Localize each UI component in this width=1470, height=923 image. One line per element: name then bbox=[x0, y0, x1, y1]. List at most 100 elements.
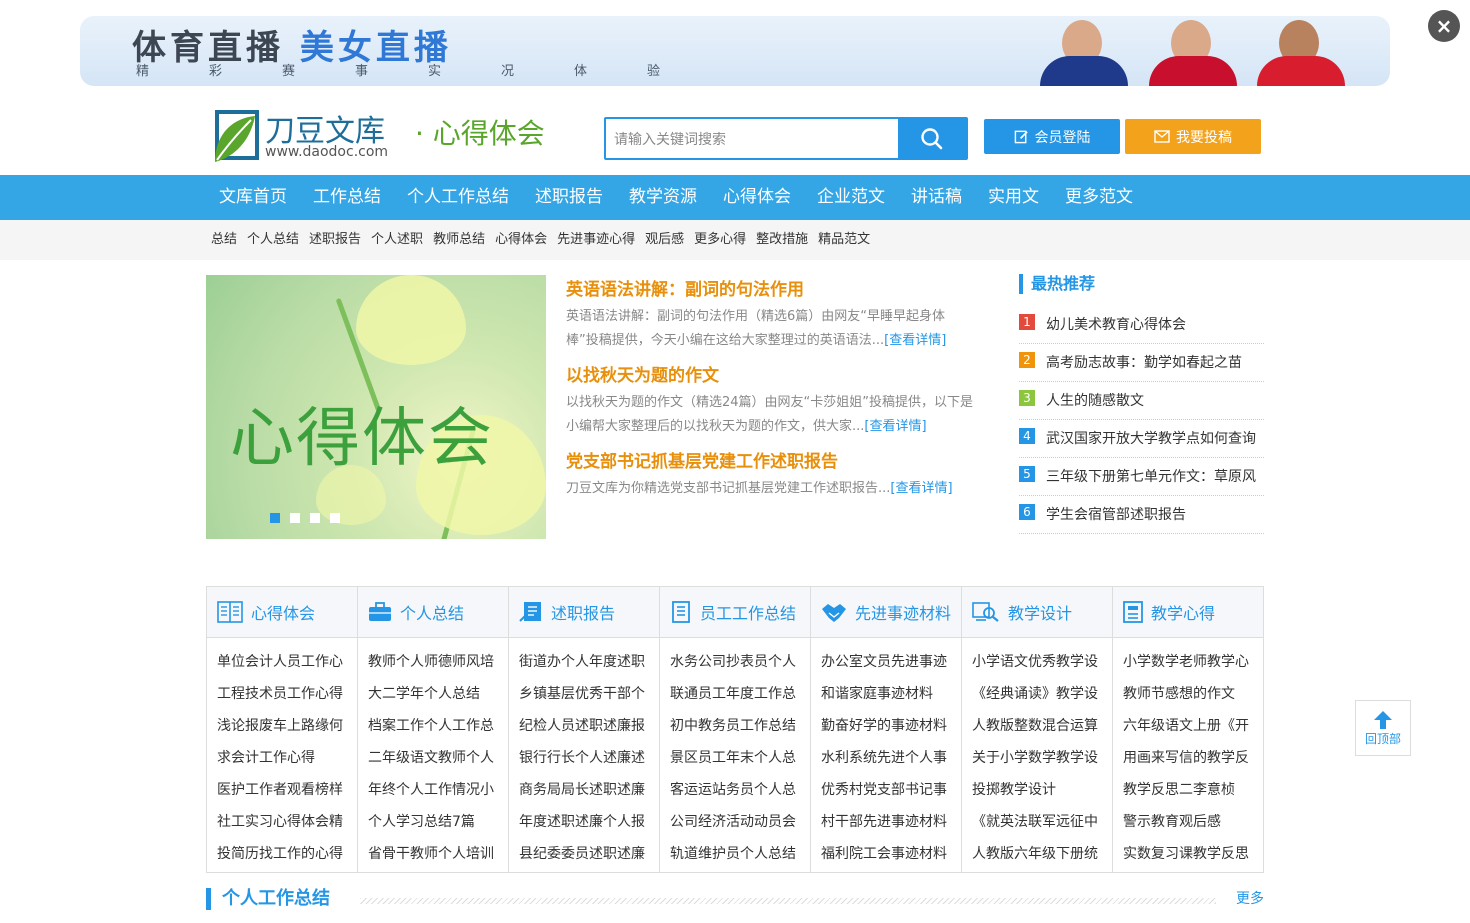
category-link[interactable]: 街道办个人年度述职 bbox=[519, 646, 649, 678]
category-link[interactable]: 小学语文优秀教学设 bbox=[972, 646, 1102, 678]
member-login-button[interactable]: 会员登陆 bbox=[984, 119, 1120, 154]
category-link[interactable]: 景区员工年末个人总 bbox=[670, 742, 800, 774]
category-link[interactable]: 求会计工作心得 bbox=[217, 742, 347, 774]
category-link[interactable]: 水务公司抄表员个人 bbox=[670, 646, 800, 678]
back-to-top-button[interactable]: 回顶部 bbox=[1355, 700, 1411, 756]
category-link[interactable]: 二年级语文教师个人 bbox=[368, 742, 498, 774]
category-link[interactable]: 《经典诵读》教学设 bbox=[972, 678, 1102, 710]
search-button[interactable] bbox=[898, 119, 966, 158]
subnav-item[interactable]: 个人总结 bbox=[247, 220, 299, 260]
view-details-link[interactable]: [查看详情] bbox=[890, 481, 952, 496]
category-link[interactable]: 六年级语文上册《开 bbox=[1123, 710, 1253, 742]
subnav-item[interactable]: 教师总结 bbox=[433, 220, 485, 260]
category-link[interactable]: 警示教育观后感 bbox=[1123, 806, 1253, 838]
article-title[interactable]: 以找秋天为题的作文 bbox=[566, 361, 976, 391]
hot-item[interactable]: 2 高考励志故事：勤学如春起之苗 bbox=[1019, 344, 1264, 382]
close-banner-button[interactable]: × bbox=[1428, 10, 1460, 42]
category-link[interactable]: 联通员工年度工作总 bbox=[670, 678, 800, 710]
category-link[interactable]: 福利院工会事迹材料 bbox=[821, 838, 951, 870]
category-link[interactable]: 关于小学数学教学设 bbox=[972, 742, 1102, 774]
slider-dot[interactable] bbox=[310, 513, 320, 523]
hot-item[interactable]: 6 学生会宿管部述职报告 bbox=[1019, 496, 1264, 534]
slider-dot[interactable] bbox=[270, 513, 280, 523]
category-link[interactable]: 教学反思二李意桢 bbox=[1123, 774, 1253, 806]
category-link[interactable]: 投掷教学设计 bbox=[972, 774, 1102, 806]
site-logo[interactable]: 刀豆文库 www.daodoc.com · 心得体会 bbox=[211, 106, 556, 166]
submit-article-button[interactable]: 我要投稿 bbox=[1125, 119, 1261, 154]
category-header[interactable]: 先进事迹材料 bbox=[811, 587, 961, 638]
nav-item-more[interactable]: 更多范文 bbox=[1052, 175, 1146, 220]
category-link[interactable]: 省骨干教师个人培训 bbox=[368, 838, 498, 870]
category-link[interactable]: 初中教务员工作总结 bbox=[670, 710, 800, 742]
category-link[interactable]: 用画来写信的教学反 bbox=[1123, 742, 1253, 774]
category-link[interactable]: 社工实习心得体会精 bbox=[217, 806, 347, 838]
category-header[interactable]: 教学设计 bbox=[962, 587, 1112, 638]
category-link[interactable]: 投简历找工作的心得 bbox=[217, 838, 347, 870]
slider-dot[interactable] bbox=[290, 513, 300, 523]
article-title[interactable]: 党支部书记抓基层党建工作述职报告 bbox=[566, 447, 976, 477]
nav-item-practical[interactable]: 实用文 bbox=[975, 175, 1052, 220]
category-link[interactable]: 教师个人师德师风培 bbox=[368, 646, 498, 678]
nav-item-enterprise[interactable]: 企业范文 bbox=[804, 175, 898, 220]
category-link[interactable]: 商务局局长述职述廉 bbox=[519, 774, 649, 806]
category-link[interactable]: 轨道维护员个人总结 bbox=[670, 838, 800, 870]
category-link[interactable]: 银行行长个人述廉述 bbox=[519, 742, 649, 774]
category-header[interactable]: 个人总结 bbox=[358, 587, 508, 638]
category-link[interactable]: 优秀村党支部书记事 bbox=[821, 774, 951, 806]
article-title[interactable]: 英语语法讲解：副词的句法作用 bbox=[566, 275, 976, 305]
category-header[interactable]: 教学心得 bbox=[1113, 587, 1263, 638]
category-header[interactable]: 述职报告 bbox=[509, 587, 659, 638]
subnav-item[interactable]: 整改措施 bbox=[756, 220, 808, 260]
category-link[interactable]: 医护工作者观看榜样 bbox=[217, 774, 347, 806]
category-link[interactable]: 村干部先进事迹材料 bbox=[821, 806, 951, 838]
nav-item-report[interactable]: 述职报告 bbox=[522, 175, 616, 220]
hot-item[interactable]: 5 三年级下册第七单元作文：草原风 bbox=[1019, 458, 1264, 496]
more-link[interactable]: 更多 bbox=[1236, 888, 1264, 908]
featured-slider[interactable]: 心得体会 bbox=[206, 275, 546, 539]
category-link[interactable]: 单位会计人员工作心 bbox=[217, 646, 347, 678]
subnav-item[interactable]: 总结 bbox=[211, 220, 237, 260]
hot-item[interactable]: 3 人生的随感散文 bbox=[1019, 382, 1264, 420]
category-link[interactable]: 人教版六年级下册统 bbox=[972, 838, 1102, 870]
category-link[interactable]: 客运运站务员个人总 bbox=[670, 774, 800, 806]
category-link[interactable]: 乡镇基层优秀干部个 bbox=[519, 678, 649, 710]
category-link[interactable]: 浅论报废车上路缘何 bbox=[217, 710, 347, 742]
category-header[interactable]: 员工工作总结 bbox=[660, 587, 810, 638]
nav-item-experience[interactable]: 心得体会 bbox=[710, 175, 804, 220]
category-link[interactable]: 勤奋好学的事迹材料 bbox=[821, 710, 951, 742]
category-link[interactable]: 和谐家庭事迹材料 bbox=[821, 678, 951, 710]
nav-item-speech[interactable]: 讲话稿 bbox=[898, 175, 975, 220]
subnav-item[interactable]: 述职报告 bbox=[309, 220, 361, 260]
subnav-item[interactable]: 先进事迹心得 bbox=[557, 220, 635, 260]
nav-item-teaching[interactable]: 教学资源 bbox=[616, 175, 710, 220]
subnav-item[interactable]: 精品范文 bbox=[818, 220, 870, 260]
subnav-item[interactable]: 个人述职 bbox=[371, 220, 423, 260]
subnav-item[interactable]: 观后感 bbox=[645, 220, 684, 260]
category-link[interactable]: 工程技术员工作心得 bbox=[217, 678, 347, 710]
category-link[interactable]: 实数复习课教学反思 bbox=[1123, 838, 1253, 870]
category-link[interactable]: 公司经济活动动员会 bbox=[670, 806, 800, 838]
category-link[interactable]: 年度述职述廉个人报 bbox=[519, 806, 649, 838]
category-header[interactable]: 心得体会 bbox=[207, 587, 357, 638]
category-link[interactable]: 水利系统先进个人事 bbox=[821, 742, 951, 774]
view-details-link[interactable]: [查看详情] bbox=[864, 419, 926, 434]
category-link[interactable]: 办公室文员先进事迹 bbox=[821, 646, 951, 678]
category-link[interactable]: 人教版整数混合运算 bbox=[972, 710, 1102, 742]
subnav-item[interactable]: 心得体会 bbox=[495, 220, 547, 260]
category-link[interactable]: 纪检人员述职述廉报 bbox=[519, 710, 649, 742]
subnav-item[interactable]: 更多心得 bbox=[694, 220, 746, 260]
search-input[interactable] bbox=[606, 119, 898, 158]
hot-item[interactable]: 1 幼儿美术教育心得体会 bbox=[1019, 306, 1264, 344]
top-ad-banner[interactable]: 体育直播 美女直播 精彩赛事实况体验 bbox=[80, 16, 1390, 86]
slider-dot[interactable] bbox=[330, 513, 340, 523]
category-link[interactable]: 个人学习总结7篇 bbox=[368, 806, 498, 838]
hot-item[interactable]: 4 武汉国家开放大学教学点如何查询 bbox=[1019, 420, 1264, 458]
nav-item-work-summary[interactable]: 工作总结 bbox=[300, 175, 394, 220]
category-link[interactable]: 年终个人工作情况小 bbox=[368, 774, 498, 806]
view-details-link[interactable]: [查看详情] bbox=[884, 333, 946, 348]
category-link[interactable]: 大二学年个人总结 bbox=[368, 678, 498, 710]
category-link[interactable]: 教师节感想的作文 bbox=[1123, 678, 1253, 710]
category-link[interactable]: 《就英法联军远征中 bbox=[972, 806, 1102, 838]
category-link[interactable]: 档案工作个人工作总 bbox=[368, 710, 498, 742]
category-link[interactable]: 小学数学老师教学心 bbox=[1123, 646, 1253, 678]
